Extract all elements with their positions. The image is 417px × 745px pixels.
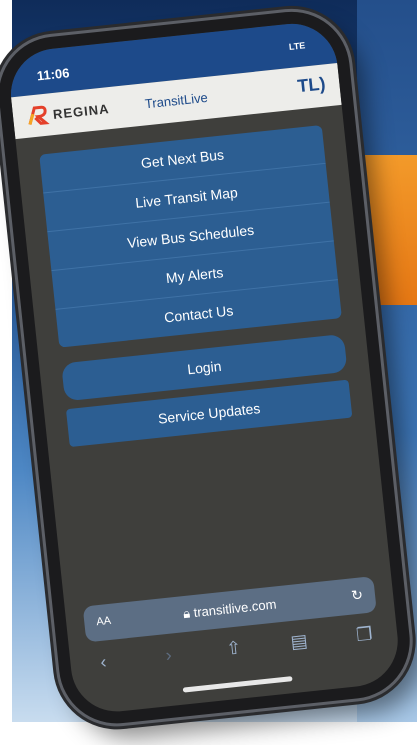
reload-icon[interactable]: ↻: [350, 586, 363, 604]
transitlive-logo: TL): [296, 73, 326, 97]
tabs-icon[interactable]: ❐: [343, 622, 385, 647]
share-icon[interactable]: ⇧: [213, 636, 255, 661]
logo-text: TL: [296, 74, 321, 97]
phone-wrap: 11:06 LTE REGINA TransitLive TL) Get Nex…: [0, 0, 417, 745]
bookmarks-icon[interactable]: ▤: [278, 629, 320, 654]
main-menu: Get Next Bus Live Transit Map View Bus S…: [39, 125, 342, 348]
phone-frame: 11:06 LTE REGINA TransitLive TL) Get Nex…: [0, 6, 416, 730]
home-indicator[interactable]: [182, 676, 293, 693]
status-network: LTE: [288, 40, 306, 52]
status-time: 11:06: [36, 65, 71, 84]
back-icon[interactable]: ‹: [82, 649, 124, 674]
forward-icon[interactable]: ›: [148, 642, 190, 667]
phone-screen: 11:06 LTE REGINA TransitLive TL) Get Nex…: [6, 19, 403, 716]
lock-icon: 🔒︎: [182, 605, 191, 622]
url-value: transitlive.com: [192, 596, 278, 621]
